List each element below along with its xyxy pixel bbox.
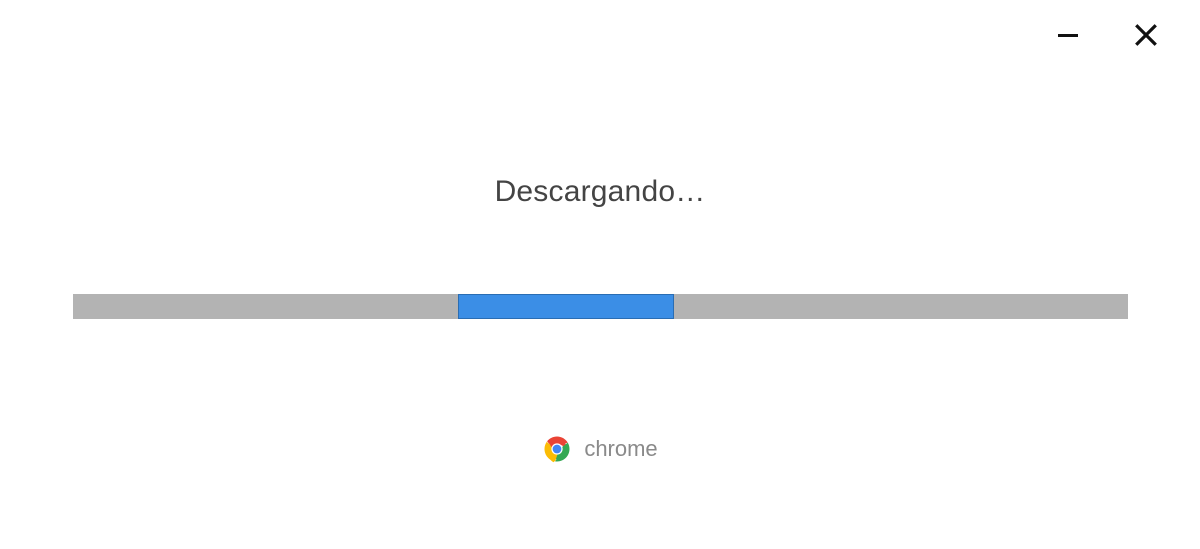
status-text: Descargando… bbox=[495, 175, 706, 209]
chrome-logo-icon bbox=[542, 434, 572, 464]
brand-label: chrome bbox=[584, 436, 657, 462]
progress-chunk bbox=[458, 294, 674, 319]
branding: chrome bbox=[542, 434, 657, 464]
progress-bar bbox=[73, 294, 1128, 319]
installer-content: Descargando… chrome bbox=[0, 0, 1200, 549]
